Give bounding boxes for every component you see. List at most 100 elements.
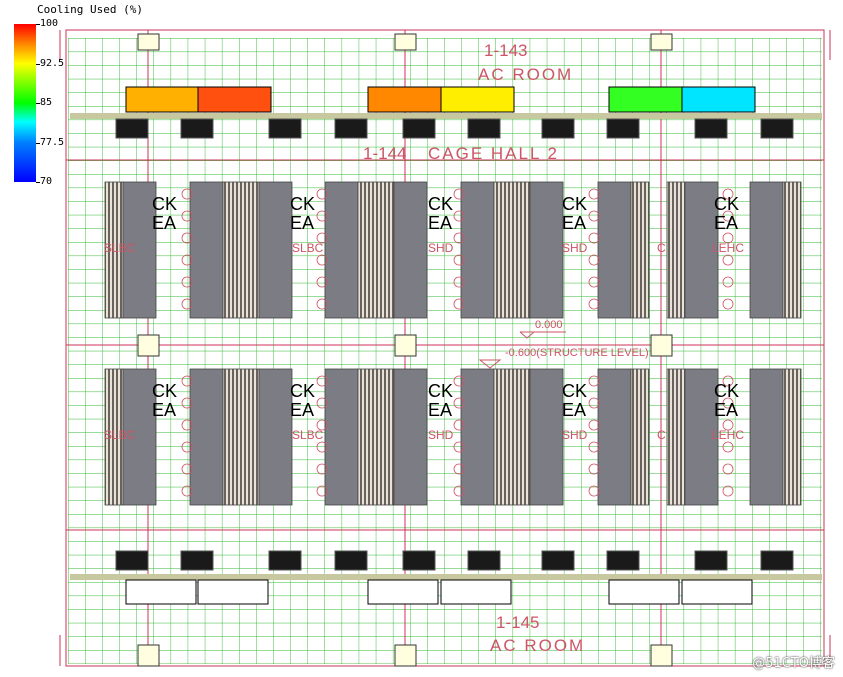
perforated-tile-row: [222, 368, 260, 506]
room-name-top: AC ROOM: [478, 65, 573, 84]
rack-side-label: C: [657, 428, 666, 442]
equipment-box: [115, 550, 149, 571]
perforated-tile-row: [630, 181, 650, 319]
rack-label-a: CK: [562, 381, 587, 401]
perforated-tile-row: [630, 368, 650, 506]
room-name-bottom: AC ROOM: [490, 636, 585, 655]
rack-side-label: SHD: [428, 428, 454, 442]
legend-tick-label: 77.5: [40, 136, 65, 148]
server-rack[interactable]: [749, 368, 784, 506]
rack-side-label: C: [657, 241, 666, 255]
crac-unit-bottom[interactable]: [608, 579, 680, 605]
equipment-box: [541, 118, 575, 139]
legend-tick-label: 100: [40, 18, 59, 29]
rack-side-label: SLBC: [292, 428, 324, 442]
equipment-box: [180, 118, 214, 139]
perforated-tile-row: [357, 368, 395, 506]
rack-side-label: LEHC: [712, 241, 744, 255]
crac-unit-top[interactable]: [197, 86, 272, 113]
room-id-top: 1-143: [484, 41, 527, 60]
legend-color-bar: [14, 24, 36, 182]
wall-top: [70, 113, 822, 119]
equipment-box: [334, 118, 368, 139]
equipment-box: [402, 118, 436, 139]
rack-label-b: EA: [152, 213, 176, 233]
equipment-box: [467, 550, 501, 571]
crac-units-top: [125, 86, 756, 113]
crac-unit-bottom[interactable]: [197, 579, 269, 605]
rack-label-b: EA: [428, 400, 452, 420]
server-rack[interactable]: [393, 368, 428, 506]
rack-label-a: CK: [290, 381, 315, 401]
perforated-tile-row: [782, 181, 802, 319]
perforated-tile-row: [782, 368, 802, 506]
server-rack[interactable]: [324, 368, 359, 506]
room-id-bottom: 1-145: [496, 613, 539, 632]
rack-label-a: CK: [428, 194, 453, 214]
crac-unit-top[interactable]: [125, 86, 200, 113]
server-rack[interactable]: [258, 181, 293, 319]
crac-unit-bottom[interactable]: [367, 579, 439, 605]
server-rack[interactable]: [258, 368, 293, 506]
server-rack[interactable]: [529, 181, 564, 319]
rack-side-label: SHD: [562, 428, 588, 442]
perforated-tile-row: [493, 368, 531, 506]
rack-side-label: SHD: [562, 241, 588, 255]
equipment-box: [180, 550, 214, 571]
server-rack[interactable]: [393, 181, 428, 319]
equipment-box: [760, 118, 794, 139]
rack-label-b: EA: [714, 213, 738, 233]
perforated-tile-row: [666, 368, 686, 506]
rack-label-b: EA: [562, 213, 586, 233]
rack-label-a: CK: [152, 194, 177, 214]
equipment-box: [268, 118, 302, 139]
crac-unit-top[interactable]: [367, 86, 442, 113]
watermark: @51CTO博客: [752, 656, 835, 671]
perforated-tile-row: [357, 181, 395, 319]
room-name-middle: CAGE HALL 2: [428, 144, 559, 163]
rack-label-a: CK: [428, 381, 453, 401]
structure-level: -0.600(STRUCTURE LEVEL): [505, 347, 649, 359]
server-rack[interactable]: [597, 181, 632, 319]
equipment-box: [541, 550, 575, 571]
rack-side-label: SLBC: [292, 241, 324, 255]
legend-tick-label: 92.5: [40, 57, 65, 69]
equipment-box: [467, 118, 501, 139]
rack-label-a: CK: [290, 194, 315, 214]
rack-side-label: SHD: [428, 241, 454, 255]
crac-unit-top[interactable]: [440, 86, 515, 113]
rack-side-label: SLBC: [104, 241, 136, 255]
wall-bottom: [70, 574, 822, 580]
server-rack[interactable]: [189, 368, 224, 506]
server-rack[interactable]: [460, 181, 495, 319]
rack-side-label: SLBC: [104, 428, 136, 442]
rack-label-b: EA: [290, 213, 314, 233]
perforated-tile-row: [666, 181, 686, 319]
perforated-tile-row: [222, 181, 260, 319]
crac-unit-bottom[interactable]: [440, 579, 512, 605]
rack-label-b: EA: [290, 400, 314, 420]
server-rack[interactable]: [597, 368, 632, 506]
rack-label-b: EA: [152, 400, 176, 420]
server-rack[interactable]: [749, 181, 784, 319]
equipment-box: [694, 118, 728, 139]
perforated-tile-row: [493, 181, 531, 319]
crac-unit-bottom[interactable]: [681, 579, 753, 605]
rack-label-b: EA: [428, 213, 452, 233]
equipment-box: [334, 550, 368, 571]
floor-plan: 1-143 AC ROOM 1-144 CAGE HALL 2 1-145 AC…: [59, 29, 831, 667]
server-rack[interactable]: [529, 368, 564, 506]
crac-unit-top[interactable]: [608, 86, 683, 113]
equipment-box: [115, 118, 149, 139]
room-id-middle: 1-144: [363, 144, 406, 163]
server-rack[interactable]: [460, 368, 495, 506]
rack-side-label: LEHC: [712, 428, 744, 442]
legend-title: Cooling Used (%): [37, 3, 143, 16]
rack-label-a: CK: [562, 194, 587, 214]
crac-unit-top[interactable]: [681, 86, 756, 113]
crac-unit-bottom[interactable]: [125, 579, 197, 605]
server-rack[interactable]: [189, 181, 224, 319]
rack-label-b: EA: [714, 400, 738, 420]
server-rack[interactable]: [324, 181, 359, 319]
rack-label-a: CK: [714, 194, 739, 214]
